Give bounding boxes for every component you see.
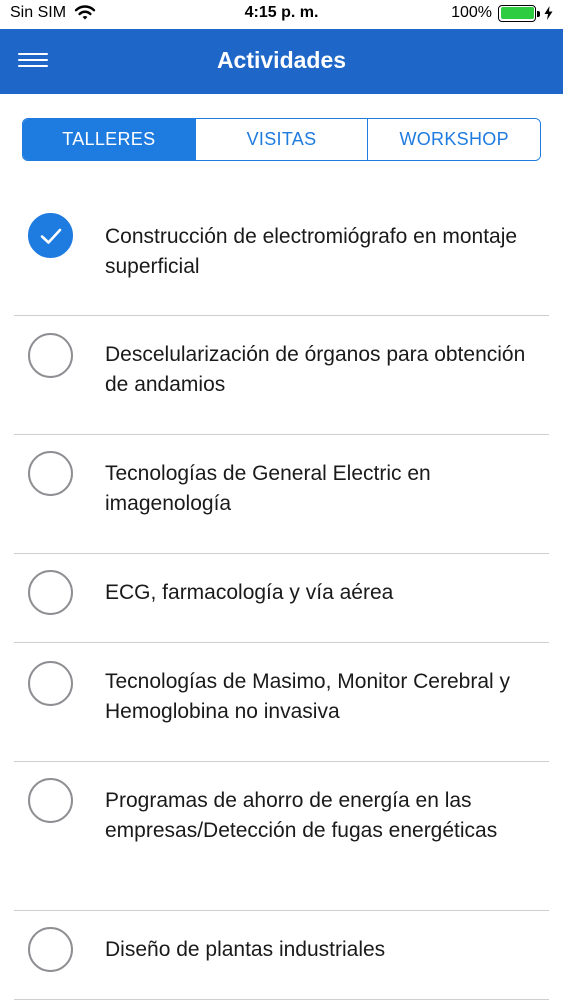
list-item[interactable]: Programas de ahorro de energía en las em… <box>0 762 563 911</box>
navigation-bar: Actividades <box>0 29 563 94</box>
tab-workshop[interactable]: WORKSHOP <box>368 119 540 160</box>
checkbox-circle-icon[interactable] <box>28 778 73 823</box>
activity-title: ECG, farmacología y vía aérea <box>105 581 394 604</box>
checkbox-circle-icon[interactable] <box>28 333 73 378</box>
tab-talleres[interactable]: TALLERES <box>23 119 196 160</box>
checkmark-icon <box>40 228 62 244</box>
status-right: 100% <box>451 4 553 22</box>
checkbox-circle-icon[interactable] <box>28 661 73 706</box>
activity-title: Tecnologías de Masimo, Monitor Cerebral … <box>105 670 511 723</box>
activity-title: Descelularización de órganos para obtenc… <box>105 343 526 396</box>
page-title: Actividades <box>216 47 347 73</box>
activities-list: Construcción de electromiógrafo en monta… <box>0 183 563 1000</box>
activity-title: Diseño de plantas industriales <box>105 938 386 961</box>
status-bar: Sin SIM 4:15 p. m. 100% <box>0 0 563 29</box>
activity-title: Programas de ahorro de energía en las em… <box>105 789 498 842</box>
checkmark-circle-icon[interactable] <box>28 213 73 258</box>
activity-title: Tecnologías de General Electric en image… <box>105 462 431 515</box>
list-item[interactable]: Descelularización de órganos para obtenc… <box>0 316 563 435</box>
checkbox-circle-icon[interactable] <box>28 570 73 615</box>
battery-icon <box>498 4 540 22</box>
category-segmented-control: TALLERES VISITAS WORKSHOP <box>22 118 541 161</box>
battery-fill <box>500 7 534 19</box>
battery-tip <box>537 10 540 17</box>
charging-bolt-icon <box>544 6 553 20</box>
tab-visitas[interactable]: VISITAS <box>195 119 369 160</box>
checkbox-circle-icon[interactable] <box>28 451 73 496</box>
list-item[interactable]: Tecnologías de General Electric en image… <box>0 435 563 554</box>
list-item[interactable]: Construcción de electromiógrafo en monta… <box>0 183 563 316</box>
battery-percentage: 100% <box>451 4 492 21</box>
checkbox-circle-icon[interactable] <box>28 927 73 972</box>
list-item[interactable]: Tecnologías de Masimo, Monitor Cerebral … <box>0 643 563 762</box>
list-item[interactable]: ECG, farmacología y vía aérea <box>0 554 563 643</box>
activity-title: Construcción de electromiógrafo en monta… <box>105 225 518 278</box>
list-item[interactable]: Diseño de plantas industriales <box>0 911 563 1000</box>
